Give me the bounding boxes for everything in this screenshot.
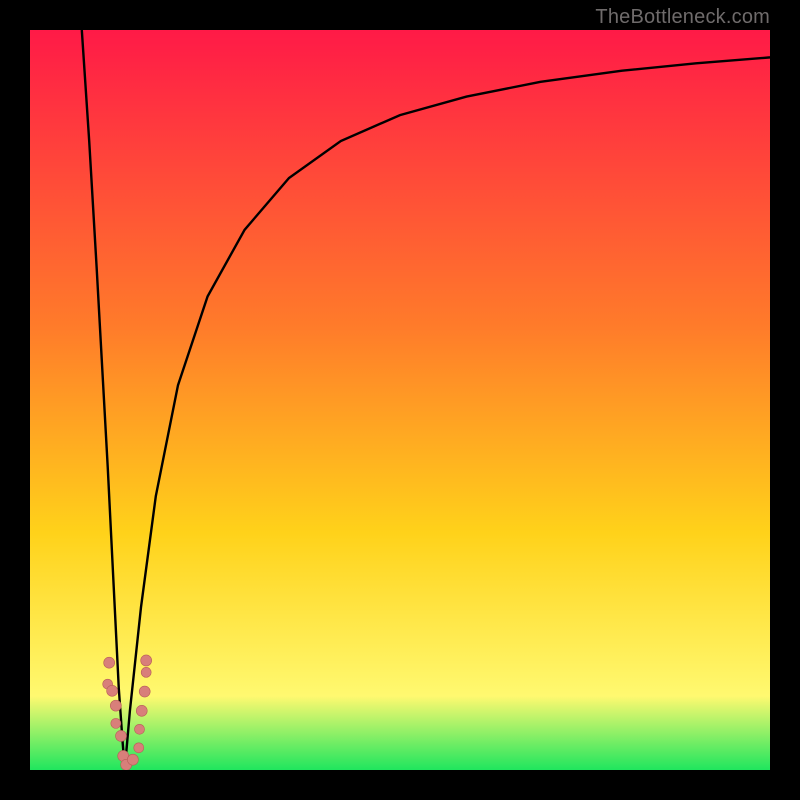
data-marker	[134, 743, 144, 753]
data-marker	[107, 685, 118, 696]
data-marker	[104, 657, 115, 668]
data-marker	[141, 655, 152, 666]
data-marker	[136, 705, 147, 716]
data-marker	[139, 686, 150, 697]
data-marker	[141, 667, 151, 677]
data-marker	[127, 754, 138, 765]
data-marker	[110, 700, 121, 711]
chart-frame: TheBottleneck.com	[0, 0, 800, 800]
data-marker	[135, 724, 145, 734]
data-marker	[111, 718, 121, 728]
attribution-text: TheBottleneck.com	[595, 6, 770, 29]
chart-svg	[30, 30, 770, 770]
data-marker	[116, 730, 127, 741]
plot-area	[30, 30, 770, 770]
